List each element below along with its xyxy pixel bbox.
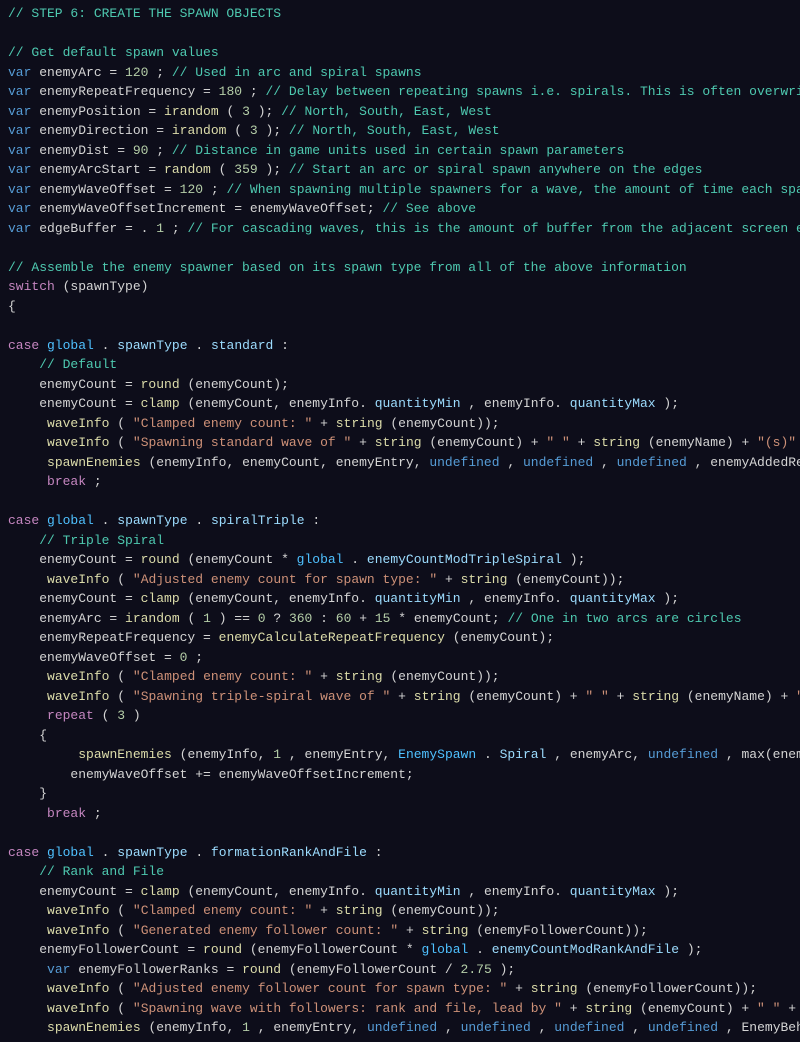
line-waveinfo-clamped-rank: waveInfo ( "Clamped enemy count: " + str… [0, 901, 800, 921]
line-brace-repeat-open: { [0, 726, 800, 746]
line-spawnenemies-standard: spawnEnemies (enemyInfo, enemyCount, ene… [0, 453, 800, 473]
line-11: var enemyWaveOffsetIncrement = enemyWave… [0, 199, 800, 219]
line-enemyarc-ternary: enemyArc = irandom ( 1 ) == 0 ? 360 : 60… [0, 609, 800, 629]
line-break-standard: break ; [0, 472, 800, 492]
line-enemycount-clamp: enemyCount = clamp (enemyCount, enemyInf… [0, 394, 800, 414]
line-waveinfo-clamped: waveInfo ( "Clamped enemy count: " + str… [0, 414, 800, 434]
line-ewo-increment: enemyWaveOffset += enemyWaveOffsetIncrem… [0, 765, 800, 785]
line-blank-5 [0, 823, 800, 843]
line-waveinfo-spawning-rank: waveInfo ( "Spawning wave with followers… [0, 999, 800, 1019]
line-comment-rank: // Rank and File [0, 862, 800, 882]
line-enemycount-round: enemyCount = round (enemyCount); [0, 375, 800, 395]
line-comment-triple: // Triple Spiral [0, 531, 800, 551]
line-spawnenemies-spiral: spawnEnemies (enemyInfo, 1 , enemyEntry,… [0, 745, 800, 765]
line-case-formation: case global . spawnType . formationRankA… [0, 843, 800, 863]
line-comment-assemble: // Assemble the enemy spawner based on i… [0, 258, 800, 278]
line-ewo-zero: enemyWaveOffset = 0 ; [0, 648, 800, 668]
line-blank-1 [0, 24, 800, 44]
line-spawnenemies-rank: spawnEnemies (enemyInfo, 1 , enemyEntry,… [0, 1018, 800, 1038]
line-ec-clamp-spiral: enemyCount = clamp (enemyCount, enemyInf… [0, 589, 800, 609]
line-repeat: repeat ( 3 ) [0, 706, 800, 726]
line-7: var enemyDirection = irandom ( 3 ); // N… [0, 121, 800, 141]
code-editor: // STEP 6: CREATE THE SPAWN OBJECTS // G… [0, 0, 800, 1042]
line-switch: switch (spawnType) [0, 277, 800, 297]
line-8: var enemyDist = 90 ; // Distance in game… [0, 141, 800, 161]
line-5: var enemyRepeatFrequency = 180 ; // Dela… [0, 82, 800, 102]
line-var-efr: var enemyFollowerRanks = round (enemyFol… [0, 960, 800, 980]
line-break-spiral: break ; [0, 804, 800, 824]
line-waveinfo-adj-spiral: waveInfo ( "Adjusted enemy count for spa… [0, 570, 800, 590]
line-12: var edgeBuffer = . 1 ; // For cascading … [0, 219, 800, 239]
line-ec-round-spiral: enemyCount = round (enemyCount * global … [0, 550, 800, 570]
line-10: var enemyWaveOffset = 120 ; // When spaw… [0, 180, 800, 200]
line-waveinfo-spawning-triple: waveInfo ( "Spawning triple-spiral wave … [0, 687, 800, 707]
line-case-standard: case global . spawnType . standard : [0, 336, 800, 356]
line-6: var enemyPosition = irandom ( 3 ); // No… [0, 102, 800, 122]
line-9: var enemyArcStart = random ( 359 ); // S… [0, 160, 800, 180]
line-waveinfo-adj-rank: waveInfo ( "Adjusted enemy follower coun… [0, 979, 800, 999]
line-comment-default: // Default [0, 355, 800, 375]
line-blank-3 [0, 316, 800, 336]
line-erf-calc: enemyRepeatFrequency = enemyCalculateRep… [0, 628, 800, 648]
line-case-spiral: case global . spawnType . spiralTriple : [0, 511, 800, 531]
line-4: var enemyArc = 120 ; // Used in arc and … [0, 63, 800, 83]
line-waveinfo-clamped-spiral: waveInfo ( "Clamped enemy count: " + str… [0, 667, 800, 687]
line-1: // STEP 6: CREATE THE SPAWN OBJECTS [0, 4, 800, 24]
line-blank-2 [0, 238, 800, 258]
line-3: // Get default spawn values [0, 43, 800, 63]
line-brace-open: { [0, 297, 800, 317]
line-blank-4 [0, 492, 800, 512]
line-ec-clamp-rank: enemyCount = clamp (enemyCount, enemyInf… [0, 882, 800, 902]
line-waveinfo-spawning-standard: waveInfo ( "Spawning standard wave of " … [0, 433, 800, 453]
line-waveinfo-generated: waveInfo ( "Generated enemy follower cou… [0, 921, 800, 941]
line-brace-repeat-close: } [0, 784, 800, 804]
line-efc-round: enemyFollowerCount = round (enemyFollowe… [0, 940, 800, 960]
